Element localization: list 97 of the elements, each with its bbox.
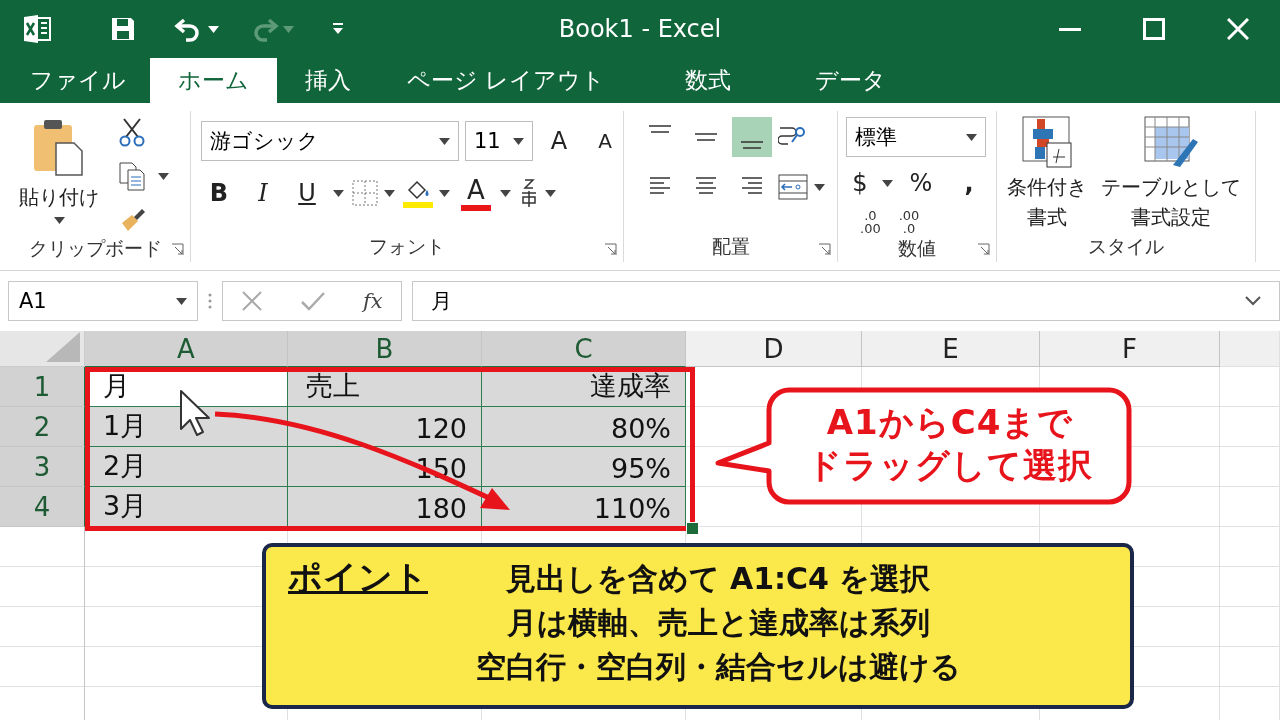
ribbon-tab[interactable]: 数式 <box>633 58 784 103</box>
minimize-icon <box>1059 27 1081 31</box>
grip-icon <box>208 292 212 310</box>
column-header[interactable]: D <box>686 331 862 367</box>
column-header[interactable]: A <box>85 331 288 367</box>
dropdown-caret-icon[interactable] <box>208 25 219 33</box>
expand-chevron-icon[interactable] <box>1245 296 1261 306</box>
name-box[interactable]: A1 <box>8 281 198 321</box>
tip-text: 見出しを含めて A1:C4 を選択 <box>505 560 931 598</box>
dialog-launcher-icon[interactable] <box>171 243 184 256</box>
row-header[interactable]: 3 <box>0 447 85 487</box>
dialog-launcher-icon[interactable] <box>818 243 831 256</box>
dropdown-caret-icon[interactable] <box>513 137 524 145</box>
window-title: Book1 - Excel <box>558 15 722 43</box>
table-cell: 95% <box>482 447 686 487</box>
ribbon-tab[interactable]: 挿入 <box>277 58 379 103</box>
conditional-formatting-button[interactable]: 条件付き 書式 <box>1007 115 1087 231</box>
group-label: スタイル <box>1087 234 1165 259</box>
number-format-field[interactable]: 標準 <box>846 117 986 157</box>
column-header[interactable]: C <box>482 331 686 367</box>
format-as-table-button[interactable]: テーブルとして 書式設定 <box>1101 115 1241 231</box>
align-lines-icon <box>741 141 763 149</box>
formula-input[interactable]: 月 <box>412 281 1280 321</box>
name-box-value: A1 <box>19 289 47 313</box>
column-header[interactable]: F <box>1040 331 1220 367</box>
dialog-launcher-icon[interactable] <box>604 243 617 256</box>
column-header[interactable]: E <box>862 331 1040 367</box>
maximize-icon <box>1143 18 1165 40</box>
column-header[interactable]: B <box>288 331 482 367</box>
italic-button[interactable]: I <box>245 173 281 213</box>
group-label: 数値 <box>897 235 937 261</box>
group-label: クリップボード <box>27 235 163 261</box>
dropdown-caret-icon[interactable] <box>439 137 450 145</box>
phonetic-guide-icon[interactable] <box>519 178 539 208</box>
fill-handle[interactable] <box>686 522 699 535</box>
ribbon-tab[interactable]: ホーム <box>150 58 277 103</box>
percent-button[interactable]: % <box>901 163 941 203</box>
align-lines-icon <box>649 125 671 133</box>
vertical-align-button[interactable] <box>732 117 772 157</box>
dropdown-caret-icon[interactable] <box>384 189 395 197</box>
dropdown-caret-icon[interactable] <box>439 189 450 197</box>
ribbon-tab[interactable]: ページ レイアウト <box>379 58 634 103</box>
dropdown-caret-icon[interactable] <box>158 172 169 180</box>
table-cell: 120 <box>288 407 482 447</box>
align-lines-icon <box>695 133 717 141</box>
scissors-icon[interactable] <box>118 117 146 147</box>
font-name-value: 游ゴシック <box>210 128 319 155</box>
font-name-field[interactable]: 游ゴシック <box>201 121 459 161</box>
dropdown-caret-icon[interactable] <box>500 189 511 197</box>
group-label: 配置 <box>710 234 751 259</box>
callout-text: A1からC4まで <box>826 401 1074 444</box>
font-size-field[interactable]: 11 <box>465 121 533 161</box>
dropdown-caret-icon[interactable] <box>176 297 187 305</box>
table-cell: 110% <box>482 487 686 527</box>
number-format-value: 標準 <box>855 124 897 151</box>
dropdown-caret-icon[interactable] <box>333 189 344 197</box>
table-cell: 80% <box>482 407 686 447</box>
currency-button[interactable]: $ <box>846 163 874 203</box>
tip-heading: ポイント <box>288 556 428 599</box>
row-header[interactable]: 1 <box>0 367 85 407</box>
ribbon-tab[interactable]: データ <box>783 58 919 103</box>
dropdown-caret-icon[interactable] <box>966 133 977 141</box>
paste-button[interactable]: 貼り付け <box>0 111 104 235</box>
row-header[interactable]: 4 <box>0 487 85 527</box>
font-size-value: 11 <box>474 129 501 153</box>
comma-button[interactable]: , <box>949 163 989 203</box>
underline-button[interactable]: U <box>289 173 325 213</box>
formula-value: 月 <box>431 288 452 315</box>
copy-icon[interactable] <box>118 161 146 191</box>
increase-decimal-button[interactable]: .0 .00 <box>860 209 881 235</box>
save-icon[interactable] <box>110 16 136 42</box>
tip-text: 月は横軸、売上と達成率は系列 <box>506 604 930 642</box>
conditional-format-icon <box>1021 115 1073 171</box>
ribbon-tab[interactable]: ファイル <box>6 58 150 103</box>
clipboard-icon <box>32 119 86 177</box>
tip-text: 空白行・空白列・結合セルは避ける <box>475 648 961 686</box>
table-cell: 180 <box>288 487 482 527</box>
dropdown-caret-icon[interactable] <box>882 179 893 187</box>
bold-button[interactable]: B <box>201 173 237 213</box>
customize-toolbar-icon[interactable] <box>332 23 344 35</box>
color-bar-icon <box>461 205 491 211</box>
grow-font-button[interactable]: A <box>539 121 579 161</box>
merge-cells-icon[interactable] <box>778 174 808 200</box>
callout-text: ドラッグして選択 <box>807 444 1093 487</box>
insert-function-button[interactable]: fx <box>362 289 383 313</box>
dropdown-caret-icon[interactable] <box>53 217 65 224</box>
dropdown-caret-icon[interactable] <box>814 183 825 191</box>
decrease-decimal-button[interactable]: .00 .0 <box>898 209 920 235</box>
dialog-launcher-icon[interactable] <box>977 243 990 256</box>
shrink-font-button[interactable]: A <box>585 121 625 161</box>
fill-color-icon[interactable] <box>403 178 433 208</box>
dropdown-caret-icon[interactable] <box>545 189 556 197</box>
row-header[interactable]: 2 <box>0 407 85 447</box>
excel-logo-icon <box>22 14 52 44</box>
font-color-button[interactable]: A <box>458 175 494 205</box>
group-label: フォント <box>368 234 446 259</box>
close-icon <box>1227 18 1249 40</box>
